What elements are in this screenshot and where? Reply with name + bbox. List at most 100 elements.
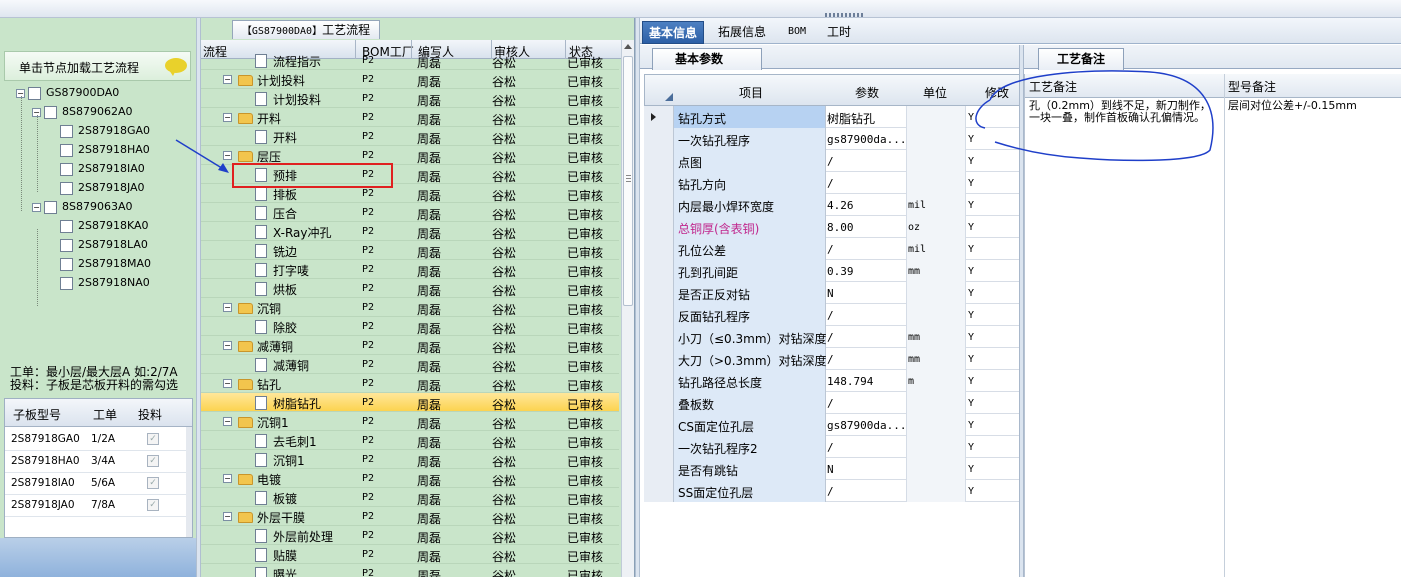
param-modify[interactable]: Y bbox=[968, 376, 974, 387]
param-value[interactable]: gs87900da... bbox=[827, 133, 906, 146]
row-header[interactable] bbox=[644, 216, 674, 238]
collapse-icon[interactable]: − bbox=[223, 379, 232, 388]
tree-node[interactable]: 2S87918IA0 bbox=[48, 160, 145, 178]
param-value[interactable]: / bbox=[827, 177, 834, 190]
flow-row[interactable]: 曝光 P2 周磊 谷松 已审核 bbox=[201, 564, 619, 577]
tree-node[interactable]: 2S87918NA0 bbox=[48, 274, 150, 292]
col-item[interactable]: 项目 bbox=[739, 84, 763, 101]
splitter-grip[interactable] bbox=[825, 13, 865, 17]
col-modify[interactable]: 修改 bbox=[985, 84, 1009, 101]
feed-checkbox[interactable]: ✓ bbox=[147, 477, 159, 489]
flow-row[interactable]: 贴膜 P2 周磊 谷松 已审核 bbox=[201, 545, 619, 564]
param-row[interactable]: 钻孔路径总长度 148.794 m Y bbox=[644, 370, 1020, 392]
col-param[interactable]: 参数 bbox=[855, 84, 879, 101]
subboard-row[interactable]: 2S87918IA0 5/6A ✓ bbox=[5, 473, 190, 495]
collapse-icon[interactable]: − bbox=[223, 512, 232, 521]
feed-checkbox[interactable]: ✓ bbox=[147, 433, 159, 445]
feed-checkbox[interactable]: ✓ bbox=[147, 455, 159, 467]
col-process-note[interactable]: 工艺备注 bbox=[1029, 78, 1077, 95]
param-row[interactable]: 钻孔方式 树脂钻孔 Y bbox=[644, 106, 1020, 128]
param-modify[interactable]: Y bbox=[968, 200, 974, 211]
col-unit[interactable]: 单位 bbox=[923, 84, 947, 101]
tab-basic-params[interactable]: 基本参数 bbox=[652, 48, 762, 70]
param-row[interactable]: 孔到孔间距 0.39 mm Y bbox=[644, 260, 1020, 282]
row-header[interactable] bbox=[644, 348, 674, 370]
param-value[interactable]: / bbox=[827, 243, 834, 256]
subboard-grid-scrollbar[interactable] bbox=[186, 427, 192, 537]
row-header[interactable] bbox=[644, 326, 674, 348]
tree-node[interactable]: 2S87918HA0 bbox=[48, 141, 150, 159]
flow-row[interactable]: − 电镀 P2 周磊 谷松 已审核 bbox=[201, 469, 619, 488]
param-value[interactable]: 树脂钻孔 bbox=[827, 110, 875, 127]
row-header[interactable] bbox=[644, 106, 674, 128]
col-subboard-model[interactable]: 子板型号 bbox=[13, 406, 61, 423]
row-header[interactable] bbox=[644, 414, 674, 436]
tree-node[interactable]: −8S879062A0 bbox=[32, 103, 133, 121]
speech-bubble-icon[interactable] bbox=[165, 58, 187, 76]
tab-basic-info[interactable]: 基本信息 bbox=[642, 21, 705, 44]
param-modify[interactable]: Y bbox=[968, 288, 974, 299]
param-value[interactable]: gs87900da... bbox=[827, 419, 906, 432]
param-value[interactable]: / bbox=[827, 397, 834, 410]
row-header[interactable] bbox=[644, 194, 674, 216]
flow-row[interactable]: 开料 P2 周磊 谷松 已审核 bbox=[201, 127, 619, 146]
row-header[interactable] bbox=[644, 172, 674, 194]
flow-row[interactable]: 计划投料 P2 周磊 谷松 已审核 bbox=[201, 89, 619, 108]
param-row[interactable]: 一次钻孔程序 gs87900da... Y bbox=[644, 128, 1020, 150]
param-row[interactable]: 小刀（≤0.3mm）对钻深度 / mm Y bbox=[644, 326, 1020, 348]
flow-row[interactable]: 去毛刺1 P2 周磊 谷松 已审核 bbox=[201, 431, 619, 450]
param-row[interactable]: 孔位公差 / mil Y bbox=[644, 238, 1020, 260]
flow-row[interactable]: 流程指示 P2 周磊 谷松 已审核 bbox=[201, 51, 619, 70]
flow-row[interactable]: − 开料 P2 周磊 谷松 已审核 bbox=[201, 108, 619, 127]
tree-node[interactable]: 2S87918GA0 bbox=[48, 122, 150, 140]
model-note-cell[interactable]: 层间对位公差+/-0.15mm bbox=[1228, 100, 1398, 112]
process-flow-scrollbar[interactable] bbox=[621, 40, 634, 577]
scroll-up-icon[interactable] bbox=[624, 44, 632, 49]
param-value[interactable]: / bbox=[827, 331, 834, 344]
flow-row[interactable]: − 沉铜 P2 周磊 谷松 已审核 bbox=[201, 298, 619, 317]
param-value[interactable]: 4.26 bbox=[827, 199, 854, 212]
flow-row[interactable]: 沉铜1 P2 周磊 谷松 已审核 bbox=[201, 450, 619, 469]
param-modify[interactable]: Y bbox=[968, 354, 974, 365]
scroll-thumb[interactable] bbox=[623, 56, 633, 306]
param-value[interactable]: 0.39 bbox=[827, 265, 854, 278]
flow-row[interactable]: − 减薄铜 P2 周磊 谷松 已审核 bbox=[201, 336, 619, 355]
flow-row[interactable]: 压合 P2 周磊 谷松 已审核 bbox=[201, 203, 619, 222]
tab-work-hours[interactable]: 工时 bbox=[821, 21, 857, 44]
param-modify[interactable]: Y bbox=[968, 332, 974, 343]
subboard-row[interactable]: 2S87918JA0 7/8A ✓ bbox=[5, 495, 190, 517]
row-header[interactable] bbox=[644, 238, 674, 260]
param-row[interactable]: 总铜厚(含表铜) 8.00 oz Y bbox=[644, 216, 1020, 238]
param-modify[interactable]: Y bbox=[968, 222, 974, 233]
feed-checkbox[interactable]: ✓ bbox=[147, 499, 159, 511]
row-header[interactable] bbox=[644, 260, 674, 282]
collapse-icon[interactable]: − bbox=[32, 202, 41, 212]
row-header[interactable] bbox=[644, 304, 674, 326]
tab-bom[interactable]: BOM bbox=[782, 21, 812, 44]
param-row[interactable]: 一次钻孔程序2/ Y bbox=[644, 436, 1020, 458]
row-header[interactable] bbox=[644, 392, 674, 414]
param-row[interactable]: CS面定位孔层 gs87900da... Y bbox=[644, 414, 1020, 436]
tab-process-notes[interactable]: 工艺备注 bbox=[1038, 48, 1124, 70]
row-header[interactable] bbox=[644, 480, 674, 502]
param-modify[interactable]: Y bbox=[968, 442, 974, 453]
col-feed[interactable]: 投料 bbox=[138, 406, 162, 423]
row-header[interactable] bbox=[644, 370, 674, 392]
flow-row[interactable]: 树脂钻孔 P2 周磊 谷松 已审核 bbox=[201, 393, 619, 412]
flow-row[interactable]: 除胶 P2 周磊 谷松 已审核 bbox=[201, 317, 619, 336]
param-modify[interactable]: Y bbox=[968, 156, 974, 167]
param-row[interactable]: 钻孔方向 / Y bbox=[644, 172, 1020, 194]
subboard-row[interactable]: 2S87918HA0 3/4A ✓ bbox=[5, 451, 190, 473]
flow-row[interactable]: 板镀 P2 周磊 谷松 已审核 bbox=[201, 488, 619, 507]
param-value[interactable]: / bbox=[827, 441, 834, 454]
collapse-icon[interactable]: − bbox=[223, 303, 232, 312]
param-row[interactable]: 是否正反对钻 N Y bbox=[644, 282, 1020, 304]
flow-row[interactable]: − 钻孔 P2 周磊 谷松 已审核 bbox=[201, 374, 619, 393]
tab-extended-info[interactable]: 拓展信息 bbox=[712, 21, 772, 44]
param-row[interactable]: 反面钻孔程序 / Y bbox=[644, 304, 1020, 326]
param-modify[interactable]: Y bbox=[968, 464, 974, 475]
col-model-note[interactable]: 型号备注 bbox=[1228, 78, 1276, 95]
collapse-icon[interactable]: − bbox=[223, 417, 232, 426]
flow-row[interactable]: X-Ray冲孔 P2 周磊 谷松 已审核 bbox=[201, 222, 619, 241]
param-modify[interactable]: Y bbox=[968, 398, 974, 409]
